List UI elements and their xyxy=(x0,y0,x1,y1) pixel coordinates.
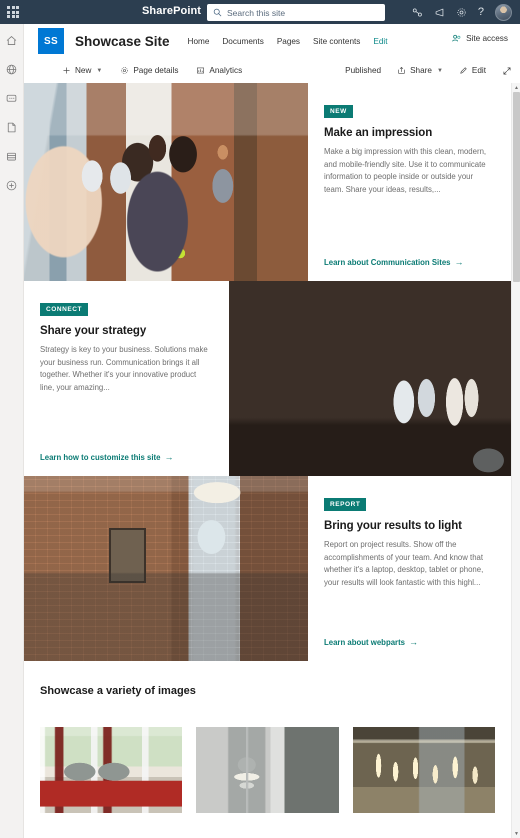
hero-title-1: Make an impression xyxy=(324,127,433,139)
nav-item-pages[interactable]: Pages xyxy=(277,37,300,46)
hero-link-3[interactable]: Learn about webparts → xyxy=(324,637,418,647)
page-canvas: NEW Make an impression Make a big impres… xyxy=(24,83,511,838)
arrow-right-icon: → xyxy=(164,452,174,462)
arrow-right-icon: → xyxy=(454,257,464,267)
hero-link-label-2: Learn how to customize this site xyxy=(40,452,161,462)
page-icon[interactable] xyxy=(4,119,20,135)
edit-label: Edit xyxy=(471,66,486,75)
hero-title-2: Share your strategy xyxy=(40,325,147,337)
library-icon[interactable] xyxy=(4,148,20,164)
gallery-section: Showcase a variety of images xyxy=(24,661,511,813)
full-screen-button[interactable] xyxy=(502,66,512,76)
page-title[interactable]: Showcase Site xyxy=(75,34,170,49)
hero-link-label-3: Learn about webparts xyxy=(324,637,406,647)
create-icon[interactable] xyxy=(4,177,20,193)
hero-panel-2: CONNECT Share your strategy Strategy is … xyxy=(24,281,229,476)
help-icon[interactable]: ? xyxy=(478,6,484,18)
hero-link-2[interactable]: Learn how to customize this site → xyxy=(40,452,173,462)
published-label: Published xyxy=(345,66,382,75)
arrow-right-icon: → xyxy=(409,637,419,647)
hero-panel-1: NEW Make an impression Make a big impres… xyxy=(308,83,511,281)
gallery-image-3[interactable] xyxy=(352,727,495,813)
page-details-label: Page details xyxy=(133,66,179,75)
published-status: Published xyxy=(345,66,381,75)
suite-brand[interactable]: SharePoint xyxy=(142,5,201,17)
hero-title-3: Bring your results to light xyxy=(324,520,462,532)
hero-image-3[interactable] xyxy=(24,476,308,661)
nav-item-home[interactable]: Home xyxy=(188,37,210,46)
search-input[interactable]: Search this site xyxy=(207,4,385,21)
analytics-icon xyxy=(196,66,205,75)
home-icon[interactable] xyxy=(4,32,20,48)
hero-image-2[interactable] xyxy=(229,281,511,476)
megaphone-icon[interactable] xyxy=(434,7,445,18)
chat-icon[interactable] xyxy=(4,90,20,106)
info-gear-icon xyxy=(120,66,129,75)
search-placeholder: Search this site xyxy=(227,7,286,18)
site-navigation: Home Documents Pages Site contents Edit xyxy=(188,37,388,46)
share-icon xyxy=(397,66,406,75)
hero-panel-3: REPORT Bring your results to light Repor… xyxy=(308,476,511,661)
hero-description-2: Strategy is key to your business. Soluti… xyxy=(40,345,208,392)
site-header: SS Showcase Site Home Documents Pages Si… xyxy=(24,24,520,58)
hero-badge-3: REPORT xyxy=(324,498,367,511)
scroll-down-button[interactable]: ▼ xyxy=(512,829,520,838)
plus-icon xyxy=(62,66,71,75)
analytics-button[interactable]: Analytics xyxy=(196,66,242,75)
share-label: Share xyxy=(410,66,432,75)
hero-description-3: Report on project results. Show off the … xyxy=(324,540,484,587)
suite-actions: ? xyxy=(412,0,516,24)
sharepoint-page: SharePoint Search this site ? SS Showcas… xyxy=(0,0,520,838)
edit-button[interactable]: Edit xyxy=(459,66,486,75)
gear-icon[interactable] xyxy=(456,7,467,18)
site-logo[interactable]: SS xyxy=(38,28,64,54)
share-button[interactable]: Share ▼ xyxy=(397,66,443,75)
suite-bar: SharePoint Search this site ? xyxy=(0,0,520,24)
new-button[interactable]: New ▼ xyxy=(62,66,102,75)
chevron-down-icon: ▼ xyxy=(436,67,443,74)
vertical-scrollbar[interactable]: ▲ ▼ xyxy=(511,83,520,838)
hero-description-1: Make a big impression with this clean, m… xyxy=(324,147,487,194)
command-bar-right: Published Share ▼ Edit xyxy=(345,58,512,83)
hero-image-1[interactable] xyxy=(24,83,308,281)
nav-item-site-contents[interactable]: Site contents xyxy=(313,37,360,46)
site-access-button[interactable]: Site access xyxy=(451,33,508,44)
scroll-up-button[interactable]: ▲ xyxy=(512,83,520,92)
site-access-label: Site access xyxy=(466,34,508,43)
app-launcher-icon[interactable] xyxy=(0,0,26,24)
expand-icon xyxy=(502,66,512,76)
gallery-row xyxy=(40,727,495,813)
gallery-title: Showcase a variety of images xyxy=(40,685,196,697)
hero-tile-3[interactable]: REPORT Bring your results to light Repor… xyxy=(24,476,511,661)
chevron-down-icon: ▼ xyxy=(96,67,103,74)
pencil-icon xyxy=(459,66,468,75)
command-bar: New ▼ Page details Analytics Published S… xyxy=(24,58,520,83)
hero-badge-2: CONNECT xyxy=(40,303,88,316)
nav-item-documents[interactable]: Documents xyxy=(222,37,263,46)
gallery-image-2[interactable] xyxy=(196,727,339,813)
gallery-image-1[interactable] xyxy=(40,727,183,813)
globe-icon[interactable] xyxy=(4,61,20,77)
hero-tile-2[interactable]: CONNECT Share your strategy Strategy is … xyxy=(24,281,511,476)
avatar[interactable] xyxy=(495,3,512,21)
new-label: New xyxy=(75,66,92,75)
hero-tile-1[interactable]: NEW Make an impression Make a big impres… xyxy=(24,83,511,281)
analytics-label: Analytics xyxy=(209,66,243,75)
left-rail xyxy=(0,24,24,838)
search-icon xyxy=(213,8,222,17)
scrollbar-thumb[interactable] xyxy=(513,92,520,282)
people-icon xyxy=(452,34,461,42)
nav-item-edit[interactable]: Edit xyxy=(373,37,387,46)
page-details-button[interactable]: Page details xyxy=(120,66,178,75)
hero-link-1[interactable]: Learn about Communication Sites → xyxy=(324,257,464,267)
hero-badge-1: NEW xyxy=(324,105,353,118)
hero-link-label-1: Learn about Communication Sites xyxy=(324,257,451,267)
mesh-icon[interactable] xyxy=(412,7,423,18)
